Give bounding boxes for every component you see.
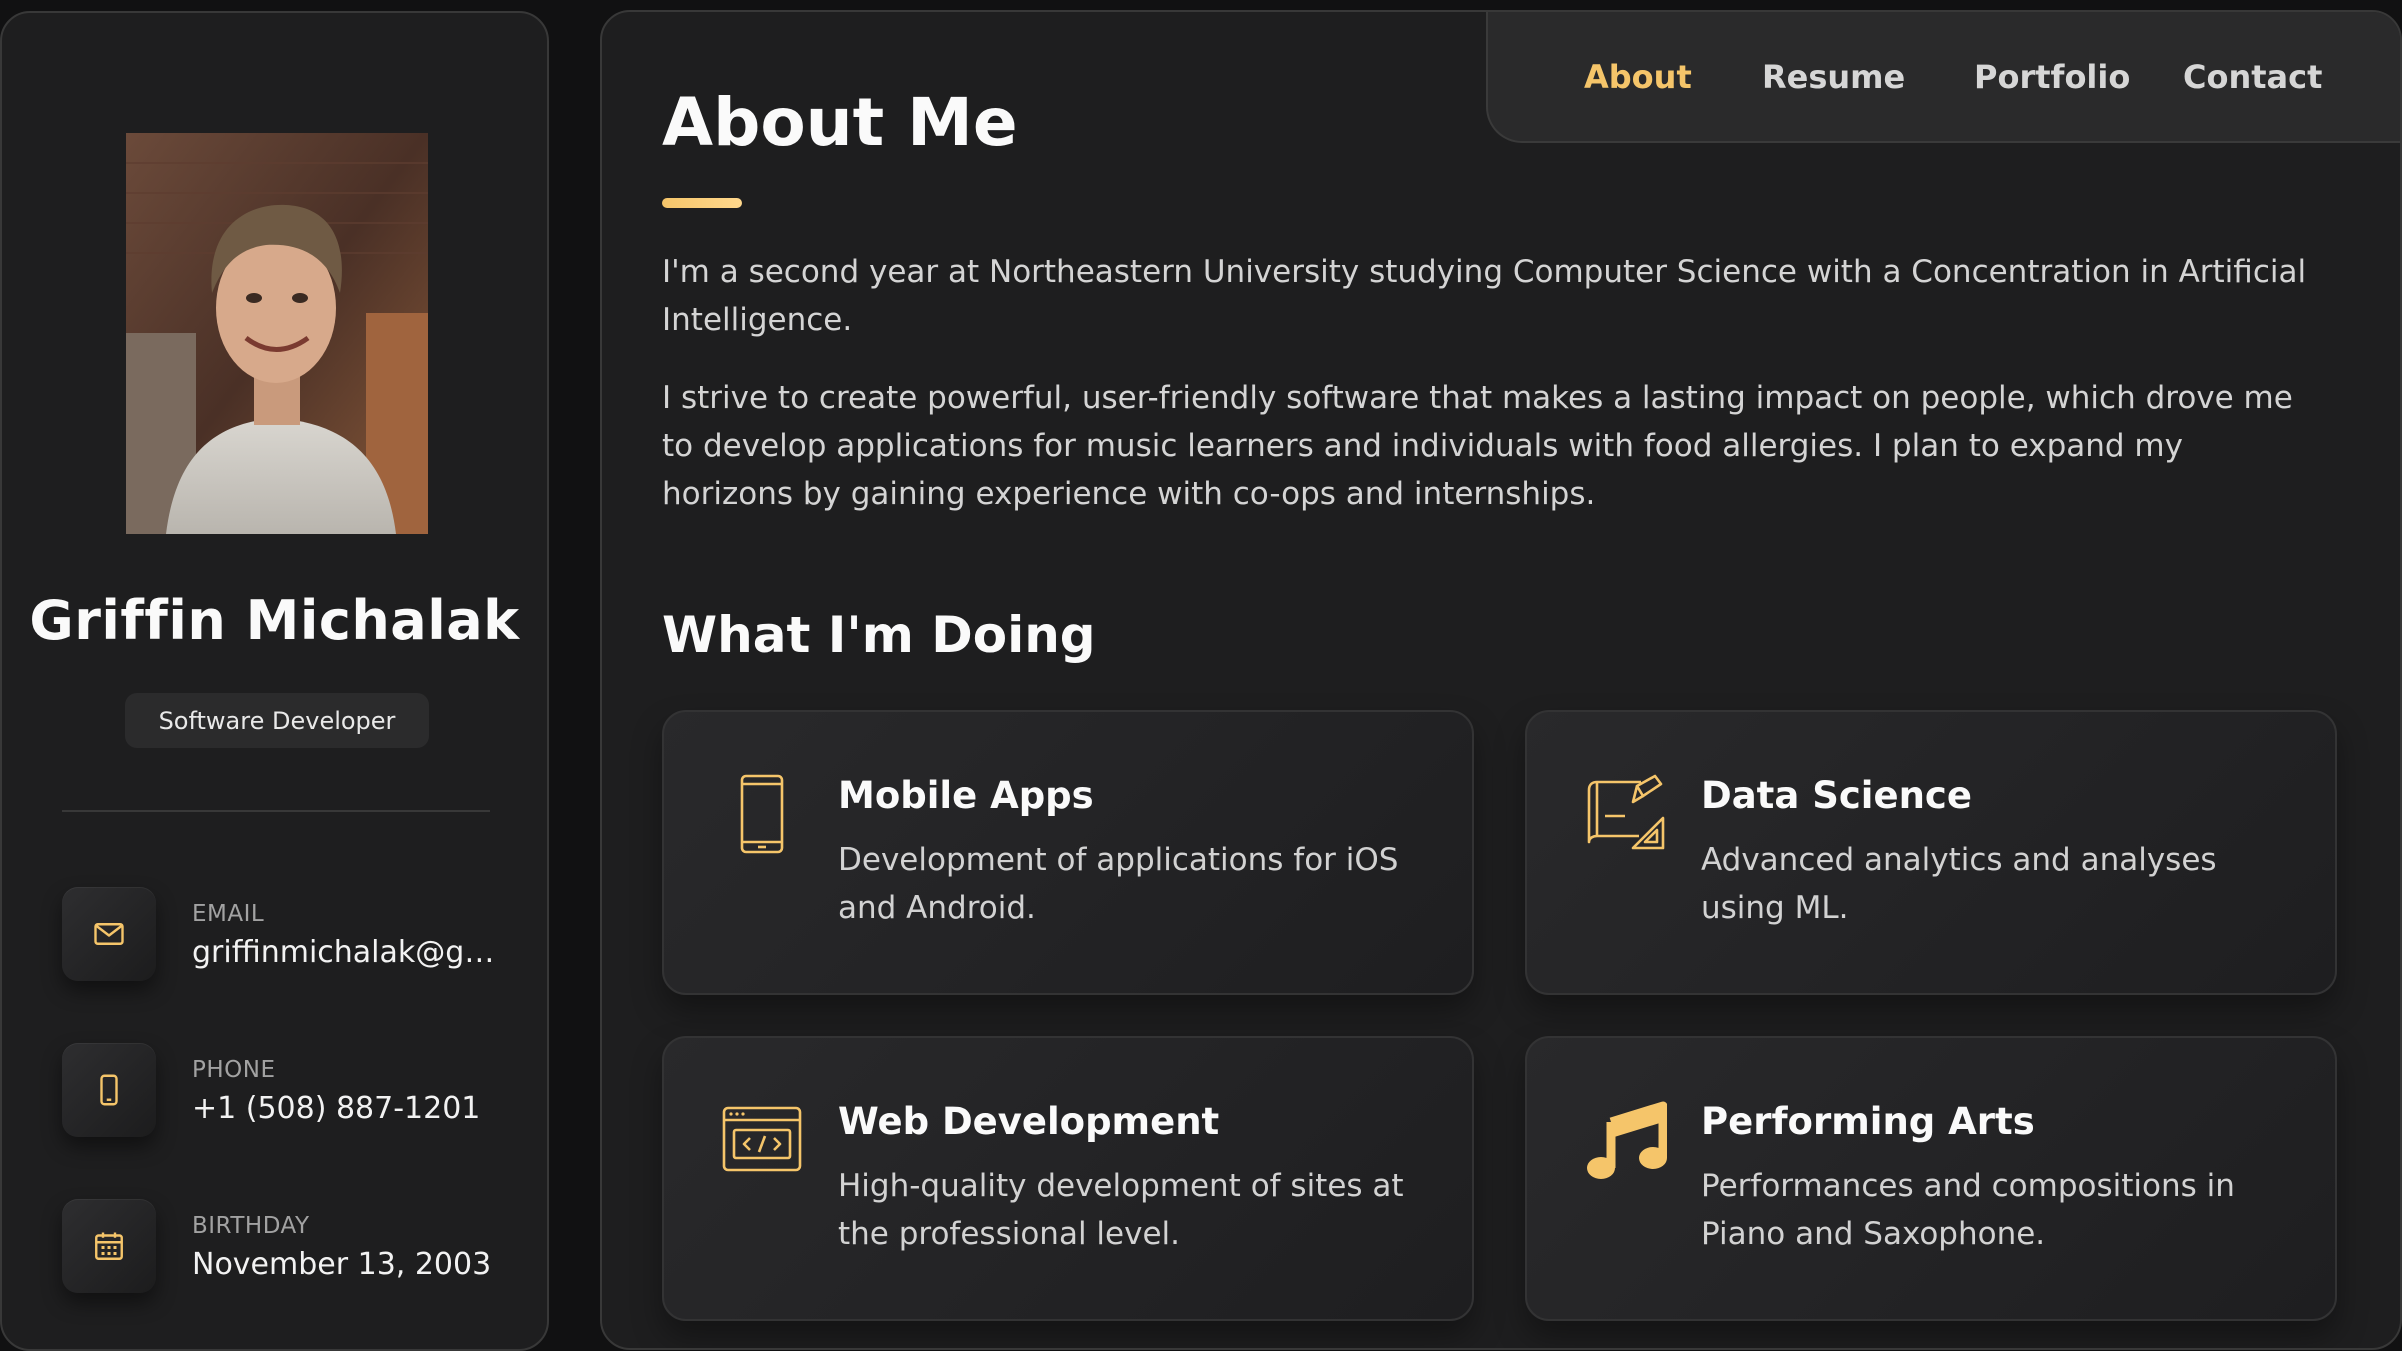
service-title-web-development: Web Development: [838, 1100, 1220, 1143]
service-title-mobile-apps: Mobile Apps: [838, 774, 1094, 817]
phone-link[interactable]: +1 (508) 887-1201: [192, 1091, 512, 1126]
page-title: About Me: [662, 84, 1018, 161]
phone-icon: [100, 1074, 118, 1106]
job-title-badge: Software Developer: [125, 693, 429, 748]
main-panel: About Resume Portfolio Contact About Me …: [600, 10, 2402, 1350]
service-card-web-development: Web Development High-quality development…: [662, 1036, 1474, 1321]
sidebar: Griffin Michalak Software Developer EMAI…: [0, 11, 549, 1351]
service-title-data-science: Data Science: [1701, 774, 1972, 817]
calendar-icon: [95, 1232, 123, 1260]
code-window-icon: [720, 1098, 804, 1182]
profile-name: Griffin Michalak: [29, 589, 520, 652]
email-link[interactable]: griffinmichalak@gm...: [192, 935, 512, 970]
email-label: EMAIL: [192, 901, 265, 927]
mobile-icon: [720, 772, 804, 856]
service-card-mobile-apps: Mobile Apps Development of applications …: [662, 710, 1474, 995]
nav-contact[interactable]: Contact: [2183, 58, 2322, 96]
nav-about[interactable]: About: [1584, 58, 1692, 96]
top-navbar: About Resume Portfolio Contact: [1486, 12, 2400, 143]
about-paragraph-1: I'm a second year at Northeastern Univer…: [662, 254, 2307, 338]
birthday-icon-box: [62, 1199, 156, 1293]
service-card-data-science: Data Science Advanced analytics and anal…: [1525, 710, 2337, 995]
about-paragraph-2: I strive to create powerful, user-friend…: [662, 380, 2293, 512]
music-note-icon: [1583, 1098, 1668, 1182]
avatar-photo: [126, 133, 428, 534]
nav-portfolio[interactable]: Portfolio: [1974, 58, 2130, 96]
service-card-performing-arts: Performing Arts Performances and composi…: [1525, 1036, 2337, 1321]
services-title: What I'm Doing: [662, 606, 1096, 664]
email-icon-box: [62, 887, 156, 981]
phone-icon-box: [62, 1043, 156, 1137]
phone-label: PHONE: [192, 1057, 276, 1083]
title-underline: [662, 198, 742, 208]
birthday-label: BIRTHDAY: [192, 1213, 310, 1239]
service-desc-performing-arts: Performances and compositions in Piano a…: [1701, 1168, 2235, 1252]
contact-birthday: BIRTHDAY November 13, 2003: [62, 1199, 502, 1295]
service-desc-data-science: Advanced analytics and analyses using ML…: [1701, 842, 2217, 926]
nav-resume[interactable]: Resume: [1762, 58, 1905, 96]
service-desc-web-development: High-quality development of sites at the…: [838, 1168, 1404, 1252]
avatar: [126, 133, 428, 534]
mail-icon: [94, 923, 124, 945]
service-desc-mobile-apps: Development of applications for iOS and …: [838, 842, 1399, 926]
contact-email: EMAIL griffinmichalak@gm...: [62, 887, 512, 983]
design-tools-icon: [1583, 772, 1667, 856]
contact-phone: PHONE +1 (508) 887-1201: [62, 1043, 502, 1139]
birthday-value: November 13, 2003: [192, 1247, 492, 1282]
sidebar-divider: [62, 810, 490, 812]
service-title-performing-arts: Performing Arts: [1701, 1100, 2035, 1143]
